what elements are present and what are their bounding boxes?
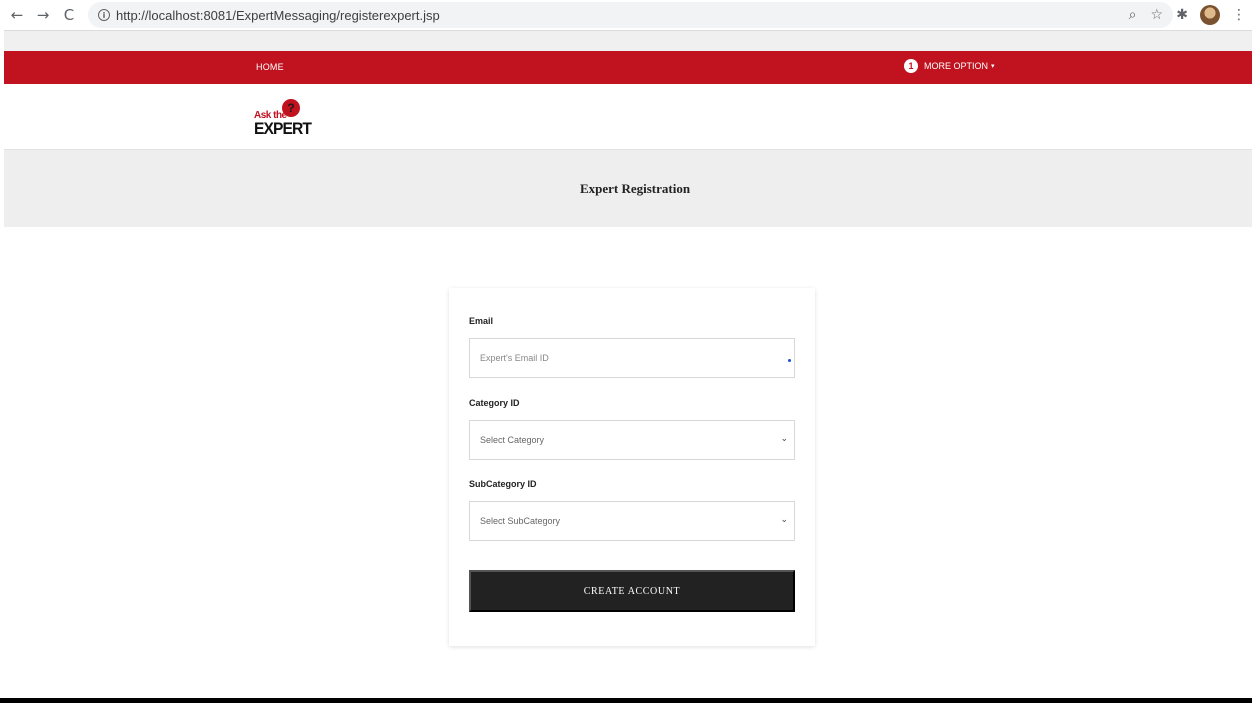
zoom-icon[interactable]: ⌕	[1129, 7, 1137, 23]
title-banner: Expert Registration	[4, 149, 1252, 227]
footer-bar	[0, 698, 1252, 703]
subcategory-select[interactable]: Select SubCategory ⌄	[469, 501, 795, 541]
category-selected-value: Select Category	[480, 435, 545, 445]
reload-icon[interactable]: C	[58, 4, 80, 26]
logo-expert-text: EXPERT	[254, 119, 312, 138]
nav-home-link[interactable]: HOME	[256, 62, 284, 72]
address-bar[interactable]: i http://localhost:8081/ExpertMessaging/…	[88, 2, 1173, 28]
url-text[interactable]: http://localhost:8081/ExpertMessaging/re…	[116, 8, 440, 23]
email-label: Email	[469, 316, 494, 326]
subcategory-selected-value: Select SubCategory	[480, 516, 561, 526]
more-option-label: MORE OPTION	[924, 61, 989, 71]
forward-icon[interactable]: →	[32, 4, 54, 26]
subcategory-label: SubCategory ID	[469, 479, 537, 489]
chevron-down-icon: ⌄	[780, 434, 788, 444]
site-logo[interactable]: Ask the ? EXPERT	[254, 99, 314, 139]
email-placeholder: Expert's Email ID	[480, 353, 549, 363]
profile-avatar[interactable]	[1200, 5, 1220, 25]
page-top-strip	[4, 30, 1252, 51]
create-account-button[interactable]: CREATE ACCOUNT	[469, 570, 795, 612]
back-icon[interactable]: ←	[6, 4, 28, 26]
browser-toolbar: ← → C i http://localhost:8081/ExpertMess…	[0, 0, 1252, 30]
email-input[interactable]: Expert's Email ID	[469, 338, 795, 378]
chevron-down-icon: ⌄	[780, 515, 788, 525]
bookmark-star-icon[interactable]: ☆	[1150, 7, 1163, 23]
main-navbar: HOME 1 MORE OPTION ▾	[4, 51, 1252, 84]
browser-menu-icon[interactable]: ⋮	[1232, 7, 1246, 23]
site-info-icon[interactable]: i	[98, 9, 110, 21]
input-indicator-icon	[788, 359, 791, 362]
registration-form-card: Email Expert's Email ID Category ID Sele…	[449, 288, 815, 646]
page-title: Expert Registration	[579, 180, 691, 196]
user-icon: 1	[904, 59, 918, 73]
category-label: Category ID	[469, 398, 520, 408]
category-select[interactable]: Select Category ⌄	[469, 420, 795, 460]
question-bubble-icon: ?	[282, 99, 300, 117]
more-option-dropdown[interactable]: 1 MORE OPTION ▾	[904, 59, 995, 73]
extensions-icon[interactable]: ✱	[1176, 7, 1188, 23]
caret-down-icon: ▾	[991, 63, 995, 70]
